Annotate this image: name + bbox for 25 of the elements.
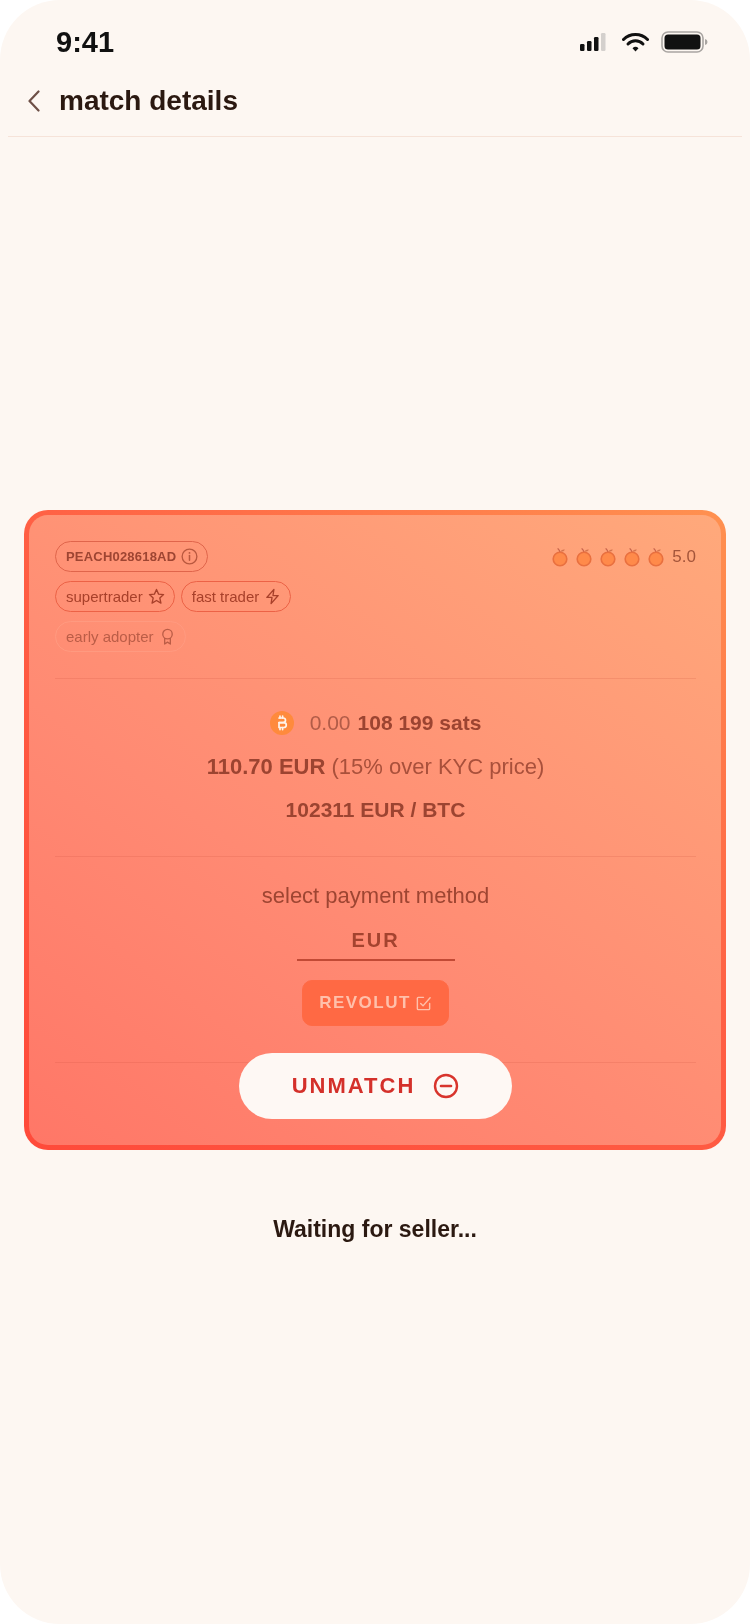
btc-amount-prefix: 0.00 <box>309 711 351 735</box>
exchange-rate: 102311 EUR / BTC <box>285 797 466 823</box>
bitcoin-icon <box>269 711 294 735</box>
back-icon[interactable] <box>28 90 40 112</box>
battery-icon <box>661 31 708 53</box>
lightning-icon <box>264 588 282 605</box>
sats-amount: 108 199 sats <box>357 711 482 735</box>
achievement-label: fast trader <box>191 588 260 605</box>
payment-prompt: select payment method <box>261 882 490 910</box>
achievement-label: supertrader <box>66 588 143 605</box>
unmatch-button[interactable]: UNMATCH <box>239 1053 512 1119</box>
rating-value: 5.0 <box>672 546 696 567</box>
payment-method-button[interactable]: REVOLUT <box>302 980 449 1026</box>
minus-circle-icon <box>433 1073 460 1099</box>
status-time: 9:41 <box>56 25 115 59</box>
currency-tab[interactable]: EUR <box>296 926 455 961</box>
wifi-icon <box>622 32 649 52</box>
trader-id: PEACH028618AD <box>66 549 177 564</box>
achievement-label: early adopter <box>66 628 154 645</box>
star-icon <box>147 588 165 605</box>
status-message: Waiting for seller... <box>273 1215 477 1243</box>
edit-icon <box>414 994 432 1012</box>
price-text: 110.70 EUR (15% over KYC price) <box>206 753 545 781</box>
page-title: match details <box>59 84 238 118</box>
signal-icon <box>580 33 606 51</box>
